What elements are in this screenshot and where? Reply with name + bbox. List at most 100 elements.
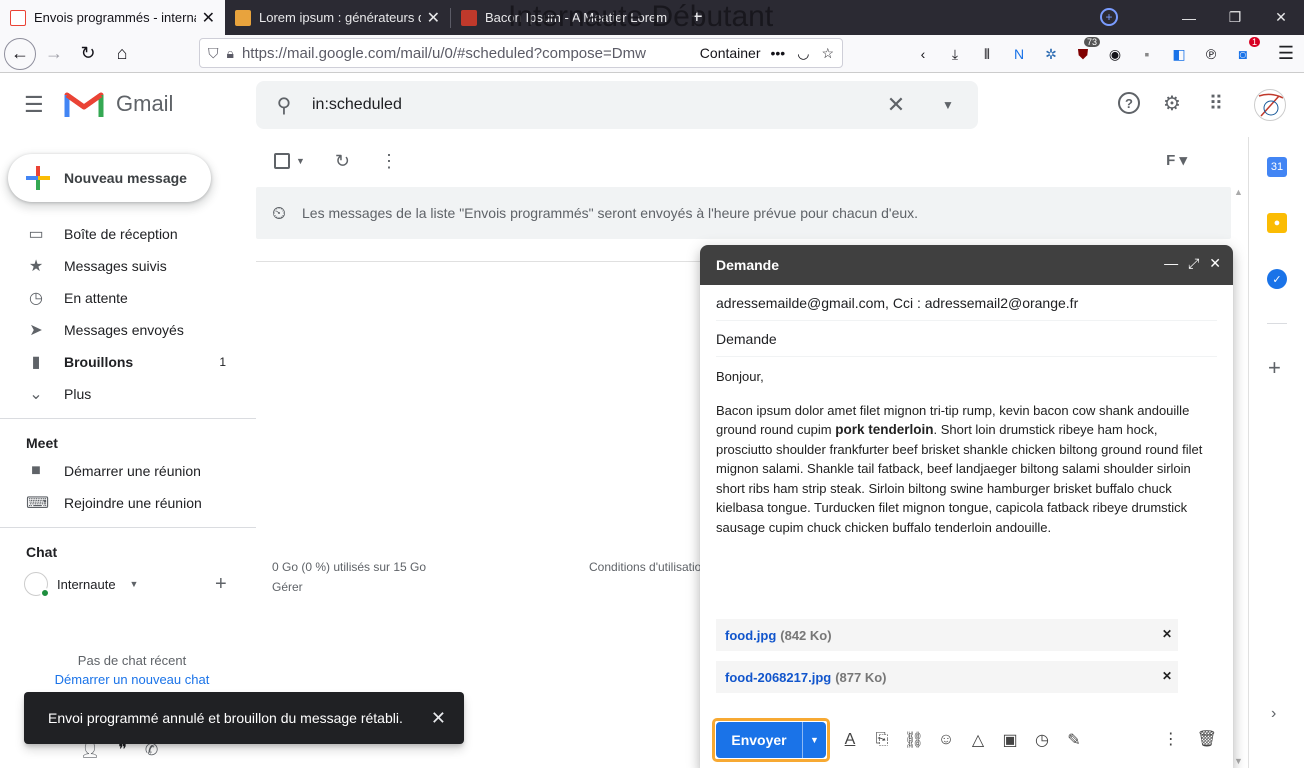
search-input[interactable] — [312, 96, 874, 114]
sidebar-item-starred[interactable]: ★ Messages suivis — [0, 250, 256, 282]
dismiss-toast-icon[interactable]: ✕ — [431, 708, 446, 729]
insert-link-icon[interactable]: ⛓ — [904, 730, 924, 750]
compose-header[interactable]: Demande — ⤢ ✕ — [700, 245, 1233, 285]
message-body[interactable]: Bonjour, Bacon ipsum dolor amet filet mi… — [716, 357, 1217, 619]
signature-pen-icon[interactable]: ✎ — [1064, 730, 1084, 750]
add-addon-icon[interactable]: + — [1268, 355, 1281, 381]
status-caret-icon[interactable]: ▼ — [130, 579, 139, 589]
sidebar-item-drafts[interactable]: ▮ Brouillons 1 — [0, 346, 256, 378]
start-chat-link[interactable]: Démarrer un nouveau chat — [0, 670, 264, 689]
back-icon[interactable]: ← — [4, 37, 36, 70]
select-all-checkbox[interactable] — [274, 153, 290, 169]
ublock-icon[interactable]: ⛊ 73 — [1072, 37, 1100, 65]
send-button[interactable]: Envoyer — [716, 721, 802, 758]
add-chat-icon[interactable]: + — [215, 573, 227, 596]
ublock-badge: 73 — [1083, 37, 1100, 47]
browser-tab-lorem[interactable]: Lorem ipsum : générateurs de f ✕ — [225, 0, 450, 35]
pocket-icon[interactable]: ◡ — [797, 45, 809, 62]
account-avatar[interactable] — [1254, 89, 1286, 121]
chat-user-row[interactable]: Internaute ▼ + — [0, 564, 256, 604]
sidebar-item-more[interactable]: ⌄ Plus — [0, 378, 256, 410]
url-text[interactable]: https://mail.google.com/mail/u/0/#schedu… — [242, 45, 700, 62]
more-vert-icon[interactable]: ⋮ — [380, 151, 398, 172]
manage-link[interactable]: Gérer — [272, 577, 426, 597]
search-icon[interactable]: ⚲ — [256, 93, 312, 118]
bookmark-star-icon[interactable]: ☆ — [821, 45, 834, 62]
home-icon[interactable]: ⌂ — [106, 38, 138, 70]
more-options-icon[interactable]: ⋮ — [1163, 729, 1179, 749]
tasks-icon[interactable]: ✓ — [1267, 269, 1287, 289]
drive-icon[interactable]: △ — [968, 730, 988, 750]
confidential-mode-icon[interactable]: ◷ — [1032, 730, 1052, 750]
grey-extension-icon[interactable]: ▪ — [1136, 43, 1158, 65]
reload-icon[interactable]: ↻ — [72, 38, 104, 70]
firefox-account-icon[interactable]: + — [1100, 8, 1118, 26]
browser-tab-gmail[interactable]: Envois programmés - internaute ✕ — [0, 0, 225, 35]
attach-file-icon[interactable]: ⎘ — [872, 730, 892, 750]
library-icon[interactable]: ⦀ — [976, 43, 998, 65]
new-tab-icon[interactable]: + — [681, 6, 713, 29]
subject-field[interactable]: Demande — [716, 321, 1217, 357]
close-tab-icon[interactable]: ✕ — [202, 8, 215, 28]
sidebar-item-join-meeting[interactable]: ⌨ Rejoindre une réunion — [0, 487, 256, 519]
sidebar-item-inbox[interactable]: ▭ Boîte de réception — [0, 218, 256, 250]
privacy-icon[interactable]: ◉ — [1104, 43, 1126, 65]
attachment-name[interactable]: food-2068217.jpg — [725, 670, 831, 685]
main-menu-icon[interactable]: ☰ — [24, 93, 48, 117]
discard-draft-icon[interactable]: 🗑︎ — [1197, 729, 1217, 749]
translate-icon[interactable]: ◧ — [1168, 43, 1190, 65]
download-icon[interactable]: ⤓ — [944, 43, 966, 65]
url-bar[interactable]: ⛉ 🔒︎ https://mail.google.com/mail/u/0/#s… — [199, 38, 843, 68]
close-tab-icon[interactable]: ✕ — [427, 8, 440, 28]
compose-button[interactable]: Nouveau message — [8, 154, 211, 202]
search-options-icon[interactable]: ▼ — [918, 98, 978, 112]
minimize-compose-icon[interactable]: — — [1164, 255, 1178, 272]
chevron-left-icon[interactable]: ‹ — [912, 43, 934, 65]
select-caret-icon[interactable]: ▼ — [296, 156, 305, 166]
keep-icon[interactable]: ● — [1267, 213, 1287, 233]
fullscreen-compose-icon[interactable]: ⤢ — [1188, 255, 1199, 272]
sidebar-item-snoozed[interactable]: ◷ En attente — [0, 282, 256, 314]
restore-icon[interactable]: ❐ — [1212, 9, 1258, 26]
shield-icon[interactable]: ⛉ — [208, 45, 219, 62]
calendar-icon[interactable]: 31 — [1267, 157, 1287, 177]
container-label[interactable]: Container — [700, 45, 761, 61]
minimize-icon[interactable]: — — [1166, 10, 1212, 26]
refresh-icon[interactable]: ↻ — [335, 151, 350, 172]
browser-tab-bacon[interactable]: Bacon Ipsum - A Meatier Lorem — [451, 0, 681, 35]
close-compose-icon[interactable]: ✕ — [1209, 255, 1221, 272]
schedule-send-dropdown-icon[interactable]: ▼ — [802, 721, 826, 758]
main-scrollbar[interactable]: ▲ ▼ — [1232, 187, 1246, 768]
expand-panel-icon[interactable]: › — [1271, 705, 1276, 723]
remove-attachment-icon[interactable]: ✕ — [1162, 627, 1172, 641]
input-tools-toggle[interactable]: F ▾ — [1166, 151, 1187, 169]
scroll-up-icon[interactable]: ▲ — [1234, 187, 1243, 197]
browser-menu-icon[interactable]: ☰ — [1278, 43, 1294, 64]
attachment-chip[interactable]: food-2068217.jpg (877 Ko) ✕ — [716, 661, 1178, 693]
attachment-name[interactable]: food.jpg — [725, 628, 776, 643]
settings-gear-icon[interactable]: ⚙ — [1160, 91, 1184, 115]
clear-search-icon[interactable]: ✕ — [874, 92, 918, 118]
more-actions-icon[interactable]: ••• — [771, 45, 786, 61]
p-extension-icon[interactable]: ℗ — [1200, 43, 1222, 65]
forward-icon[interactable]: → — [38, 38, 70, 70]
storage-text: 0 Go (0 %) utilisés sur 15 Go — [272, 560, 427, 574]
scroll-down-icon[interactable]: ▼ — [1234, 756, 1243, 766]
formatting-icon[interactable]: A — [840, 730, 860, 750]
notification-extension-icon[interactable]: ◙ 1 — [1232, 37, 1260, 65]
lock-icon[interactable]: 🔒︎ — [227, 45, 234, 62]
emoji-icon[interactable]: ☺ — [936, 730, 956, 750]
gmail-logo[interactable]: Gmail — [64, 89, 173, 119]
attachment-chip[interactable]: food.jpg (842 Ko) ✕ — [716, 619, 1178, 651]
insert-photo-icon[interactable]: ▣ — [1000, 730, 1020, 750]
apps-grid-icon[interactable]: ⠿ — [1204, 91, 1228, 115]
puzzle-extension-icon[interactable]: ✲ — [1040, 43, 1062, 65]
n-extension-icon[interactable]: N — [1008, 43, 1030, 65]
terms-link[interactable]: Conditions d'utilisation — [589, 557, 701, 577]
sidebar-item-start-meeting[interactable]: ■ Démarrer une réunion — [0, 455, 256, 487]
sidebar-item-sent[interactable]: ➤ Messages envoyés — [0, 314, 256, 346]
help-icon[interactable]: ? — [1118, 92, 1140, 114]
recipients-field[interactable]: adressemailde@gmail.com, Cci : adressema… — [716, 285, 1217, 321]
remove-attachment-icon[interactable]: ✕ — [1162, 669, 1172, 683]
close-window-icon[interactable]: ✕ — [1258, 9, 1304, 26]
